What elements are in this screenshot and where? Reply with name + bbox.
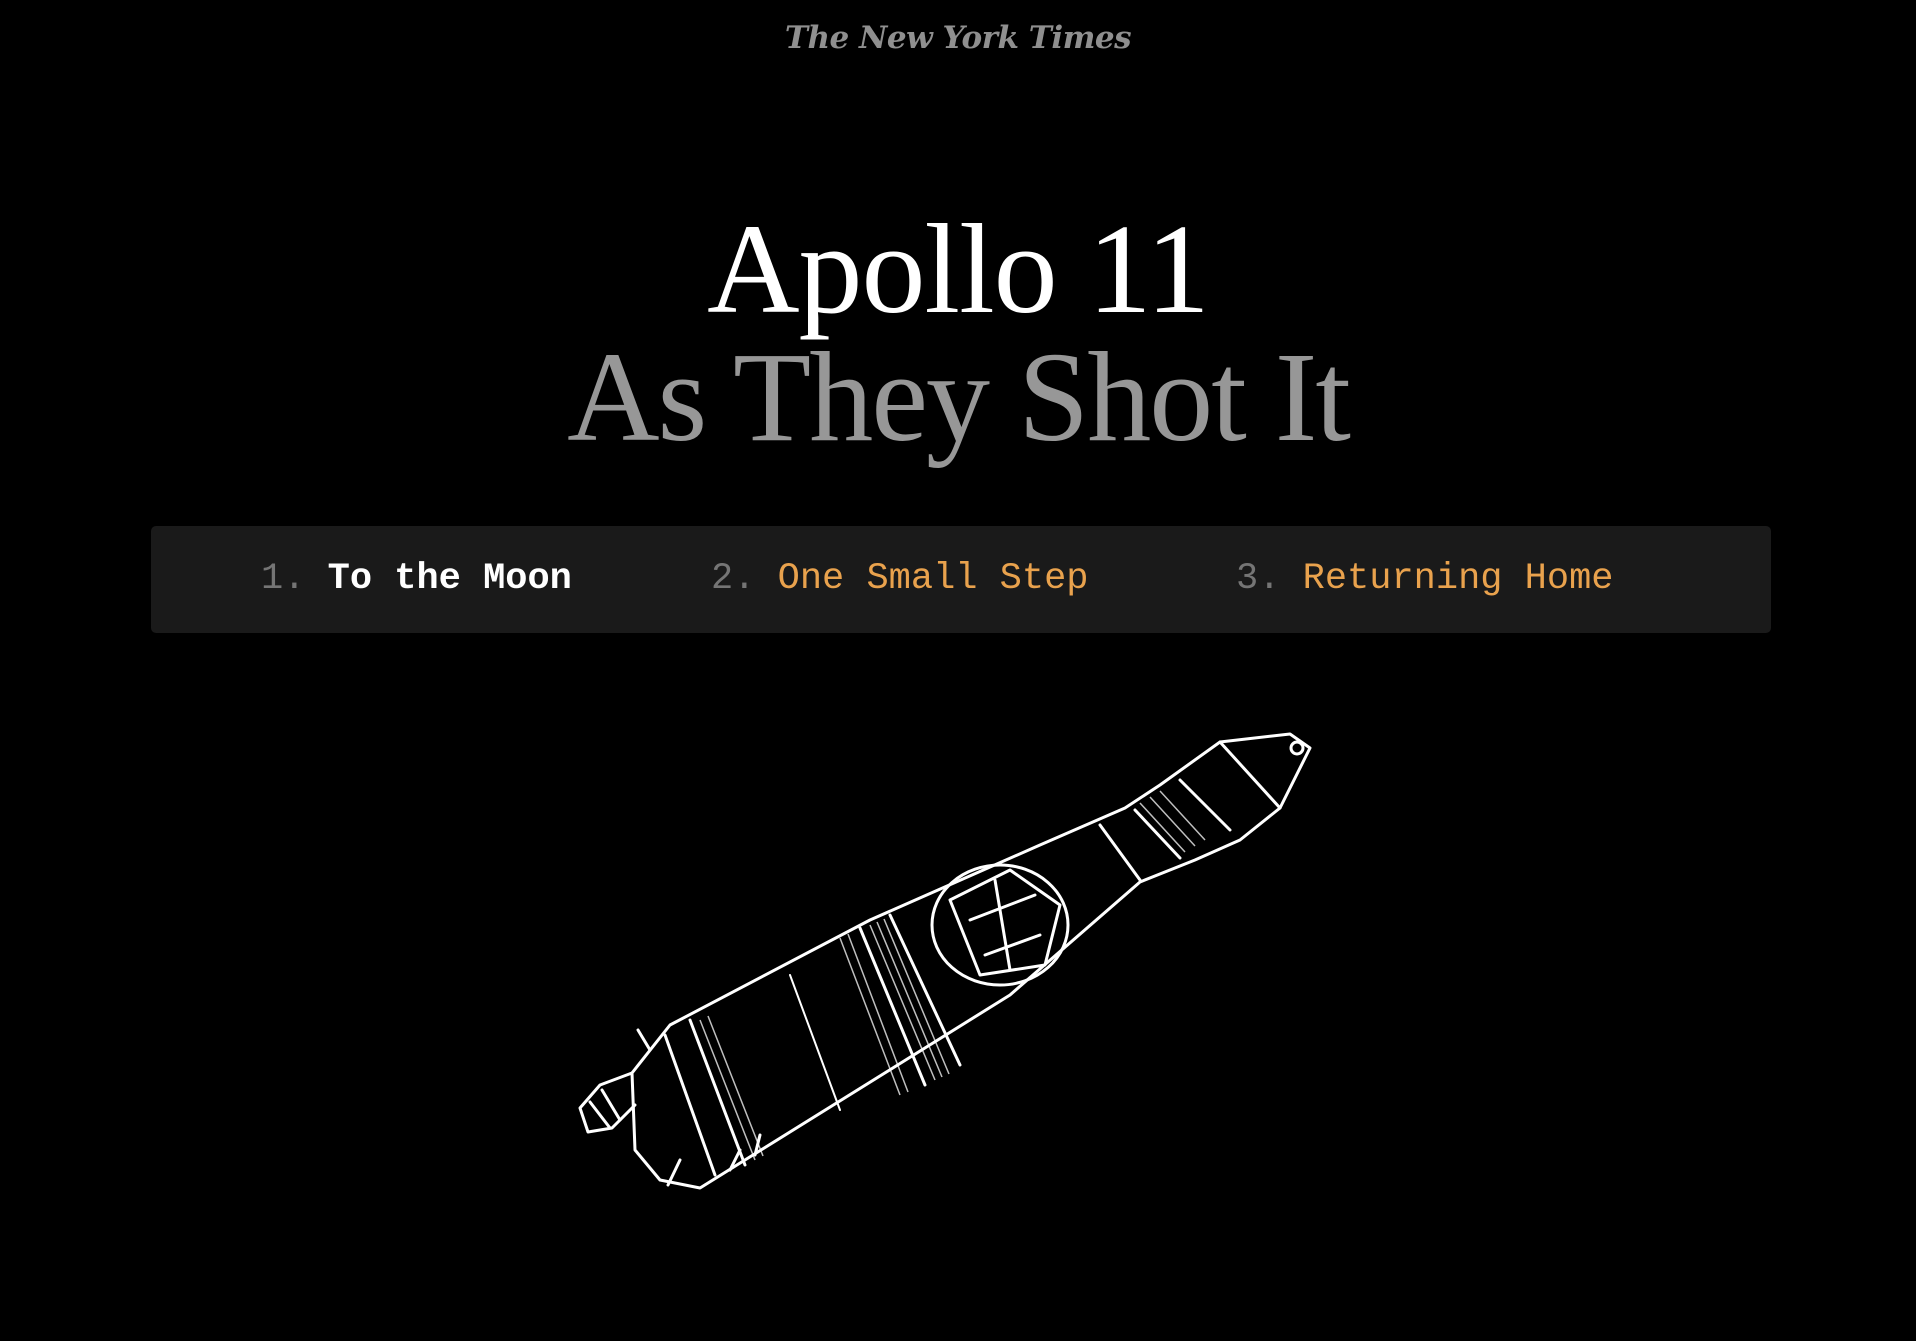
- chapter-label: One Small Step: [777, 558, 1089, 600]
- chapter-link-returning-home[interactable]: 3. Returning Home: [1236, 526, 1614, 633]
- nyt-logo[interactable]: The New York Times: [0, 20, 1916, 56]
- chapter-number: 1.: [261, 558, 306, 600]
- chapter-number: 3.: [1236, 558, 1281, 600]
- page-subtitle: As They Shot It: [567, 326, 1351, 468]
- saturn-v-rocket-icon: [578, 732, 1312, 1190]
- chapter-nav: 1. To the Moon 2. One Small Step 3. Retu…: [151, 526, 1771, 633]
- chapter-number: 2.: [711, 558, 756, 600]
- page-title: Apollo 11: [707, 198, 1210, 340]
- chapter-label: To the Moon: [327, 558, 572, 600]
- chapter-label: Returning Home: [1302, 558, 1614, 600]
- chapter-link-to-the-moon[interactable]: 1. To the Moon: [261, 526, 572, 633]
- chapter-link-one-small-step[interactable]: 2. One Small Step: [711, 526, 1089, 633]
